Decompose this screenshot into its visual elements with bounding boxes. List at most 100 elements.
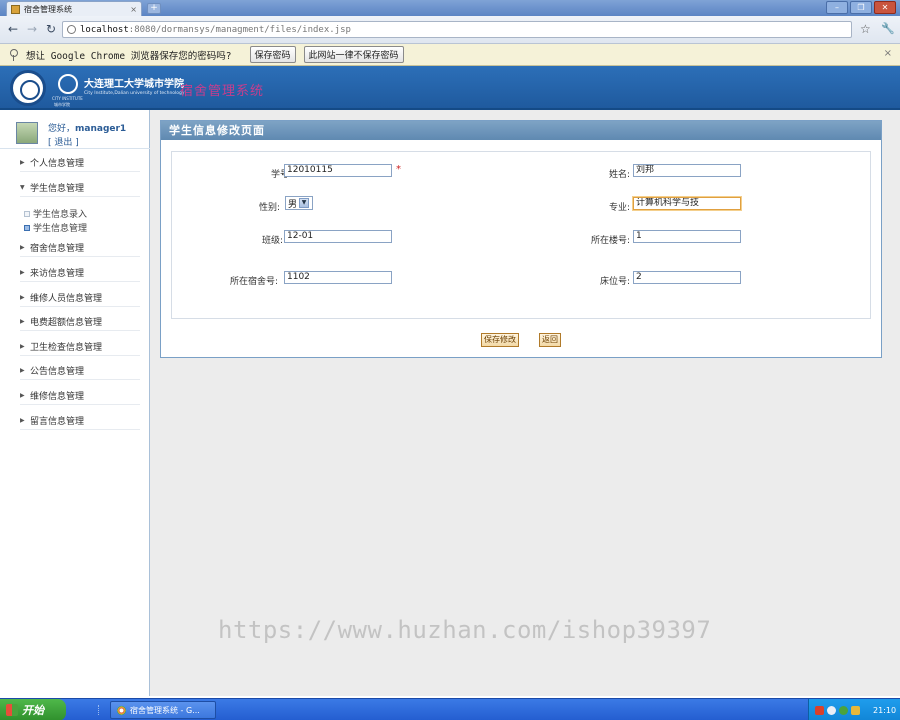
sidebar-item-electricity-info[interactable]: ▶ 电费超额信息管理 [20, 313, 140, 331]
taskbar-clock: 21:10 [873, 705, 897, 715]
save-changes-button[interactable]: 保存修改 [481, 333, 519, 347]
tray-security-icon[interactable] [839, 705, 848, 715]
sidebar-item-repair-staff-info[interactable]: ▶ 维修人员信息管理 [20, 289, 140, 307]
tray-user-icon[interactable] [851, 705, 860, 715]
sidebar-item-label: 卫生检查信息管理 [30, 343, 103, 353]
taskbar: 开始 宿舍管理系统 - G... 21:10 [0, 698, 900, 720]
institute-logo-caption: CITY INSTITUTE [52, 96, 83, 101]
quicklaunch-divider [98, 705, 106, 715]
page-info-icon[interactable] [67, 25, 76, 34]
taskbar-window-label: 宿舍管理系统 - G... [130, 705, 200, 715]
required-mark: * [396, 164, 401, 175]
user-greeting: 您好，manager1 [48, 121, 126, 134]
tray-network-icon[interactable] [827, 705, 836, 715]
caret-right-icon: ▶ [20, 343, 25, 350]
bed-input[interactable]: 2 [633, 271, 741, 284]
school-name-en: City Institute,Dalian university of tech… [84, 91, 185, 96]
sidebar-item-label: 维修信息管理 [30, 392, 85, 402]
institute-logo [58, 74, 78, 94]
never-save-password-button[interactable]: 此网站一律不保存密码 [303, 46, 404, 63]
start-button[interactable]: 开始 [0, 699, 66, 720]
gender-value: 男 [288, 199, 298, 210]
caret-right-icon: ▶ [20, 269, 25, 276]
new-tab-button[interactable]: + [147, 3, 161, 14]
save-password-button[interactable]: 保存密码 [249, 46, 296, 63]
chevron-down-icon: ▼ [299, 198, 310, 208]
watermark: https://www.huzhan.com/ishop39397 [218, 616, 712, 644]
back-arrow-icon[interactable]: ← [6, 22, 20, 36]
maximize-button[interactable]: ❐ [850, 1, 872, 14]
sidebar-subitem-label: 学生信息录入 [33, 210, 88, 220]
favicon-icon [11, 4, 20, 14]
name-input[interactable]: 刘邦 [633, 164, 741, 177]
wrench-menu-icon[interactable]: 🔧 [881, 22, 895, 35]
taskbar-chrome-window[interactable]: 宿舍管理系统 - G... [110, 701, 216, 719]
class-input[interactable]: 12-01 [284, 230, 392, 243]
address-bar[interactable]: localhost:8080/dormansys/managment/files… [62, 21, 852, 38]
bed-label: 床位号: [599, 277, 630, 287]
institute-logo-caption-cn: 城市学院 [54, 102, 70, 107]
sidebar-item-label: 公告信息管理 [30, 367, 85, 377]
caret-right-icon: ▶ [20, 392, 25, 399]
sidebar-item-label: 个人信息管理 [30, 159, 85, 169]
sidebar-item-student-info[interactable]: ▼ 学生信息管理 [20, 179, 140, 197]
sidebar-item-label: 来访信息管理 [30, 269, 85, 279]
browser-tab[interactable]: 宿舍管理系统 × [6, 1, 142, 16]
sidebar-subitem-student-entry[interactable]: 学生信息录入 [24, 207, 87, 220]
minimize-button[interactable]: – [826, 1, 848, 14]
tab-close-icon[interactable]: × [130, 5, 137, 14]
sidebar-subitem-student-manage[interactable]: 学生信息管理 [24, 221, 87, 234]
name-label: 姓名: [608, 170, 630, 180]
sidebar-item-label: 维修人员信息管理 [30, 294, 103, 304]
sidebar-item-label: 学生信息管理 [30, 184, 85, 194]
bookmark-star-icon[interactable]: ☆ [860, 22, 871, 36]
tab-title: 宿舍管理系统 [24, 4, 72, 14]
bullet-icon [24, 210, 30, 217]
windows-flag-icon [6, 704, 18, 716]
sidebar-item-label: 宿舍信息管理 [30, 244, 85, 254]
bullet-icon [24, 224, 30, 231]
save-password-infobar: 想让 Google Chrome 浏览器保存您的密码吗? 保存密码 此网站一律不… [0, 44, 900, 66]
save-password-prompt: 想让 Google Chrome 浏览器保存您的密码吗? [26, 50, 232, 62]
dorm-label: 所在宿舍号: [229, 277, 278, 287]
sidebar-item-message-info[interactable]: ▶ 留言信息管理 [20, 412, 140, 430]
infobar-close-icon[interactable]: × [884, 48, 892, 59]
class-label: 班级: [261, 236, 283, 246]
student-no-input[interactable]: 12010115 [284, 164, 392, 177]
close-window-button[interactable]: ✕ [874, 1, 896, 14]
sidebar-item-label: 留言信息管理 [30, 417, 85, 427]
building-input[interactable]: 1 [633, 230, 741, 243]
forward-arrow-icon[interactable]: → [25, 22, 39, 36]
site-header: CITY INSTITUTE 城市学院 大连理工大学城市学院 City Inst… [0, 66, 900, 110]
sidebar-item-visitor-info[interactable]: ▶ 来访信息管理 [20, 264, 140, 282]
dorm-input[interactable]: 1102 [284, 271, 392, 284]
caret-right-icon: ▶ [20, 294, 25, 301]
building-label: 所在楼号: [590, 236, 630, 246]
sidebar-item-personal-info[interactable]: ▶ 个人信息管理 [20, 154, 140, 172]
student-no-label: 学号: [270, 170, 292, 180]
page-title: 学生信息修改页面 [161, 121, 881, 140]
url-host: localhost [80, 24, 129, 35]
browser-toolbar: ← → ↻ localhost:8080/dormansys/managment… [0, 16, 900, 44]
gender-label: 性别: [258, 203, 280, 213]
url-path: :8080/dormansys/managment/files/index.js… [128, 24, 351, 35]
logout-link[interactable]: [ 退出 ] [48, 135, 79, 148]
sidebar-item-repair-info[interactable]: ▶ 维修信息管理 [20, 387, 140, 405]
caret-right-icon: ▶ [20, 159, 25, 166]
tray-app-icon[interactable] [815, 705, 824, 715]
sidebar-item-dorm-info[interactable]: ▶ 宿舍信息管理 [20, 239, 140, 257]
sidebar-item-label: 电费超额信息管理 [30, 318, 103, 328]
divider [0, 148, 150, 149]
gender-select[interactable]: 男 ▼ [285, 196, 313, 210]
user-box: 您好，manager1 [ 退出 ] [6, 114, 144, 150]
sidebar-item-hygiene-info[interactable]: ▶ 卫生检查信息管理 [20, 338, 140, 356]
avatar [16, 122, 38, 144]
caret-right-icon: ▶ [20, 367, 25, 374]
reload-icon[interactable]: ↻ [44, 22, 58, 36]
sidebar-item-notice-info[interactable]: ▶ 公告信息管理 [20, 362, 140, 380]
system-tray: 21:10 [808, 699, 900, 720]
major-input[interactable]: 计算机科学与技 [633, 197, 741, 210]
student-edit-form: 学号: 12010115 * 姓名: 刘邦 性别: 男 ▼ 专业: 计算机科学与… [171, 151, 871, 319]
back-button[interactable]: 返回 [539, 333, 561, 347]
main-content: 学生信息修改页面 学号: 12010115 * 姓名: 刘邦 性别: 男 ▼ 专… [150, 110, 900, 696]
